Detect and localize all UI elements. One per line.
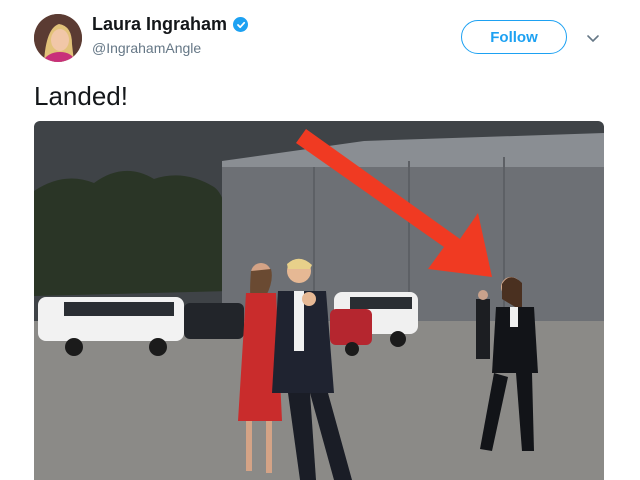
tweet-header: Laura Ingraham @IngrahamAngle Follow (0, 0, 640, 76)
chevron-down-icon[interactable] (585, 30, 601, 46)
dark-suv (184, 303, 244, 339)
avatar-photo-icon (34, 14, 82, 62)
verified-badge-icon (233, 17, 249, 32)
author-avatar[interactable] (34, 14, 82, 62)
background-agent (476, 299, 490, 359)
red-car (330, 309, 372, 345)
photo-scene (34, 121, 604, 480)
tweet-photo[interactable] (34, 121, 604, 480)
tweet-text: Landed! (34, 81, 128, 111)
follow-button[interactable]: Follow (461, 20, 567, 54)
trees (34, 170, 231, 296)
author-handle[interactable]: @IngrahamAngle (92, 40, 201, 56)
author-name[interactable]: Laura Ingraham (92, 14, 227, 35)
